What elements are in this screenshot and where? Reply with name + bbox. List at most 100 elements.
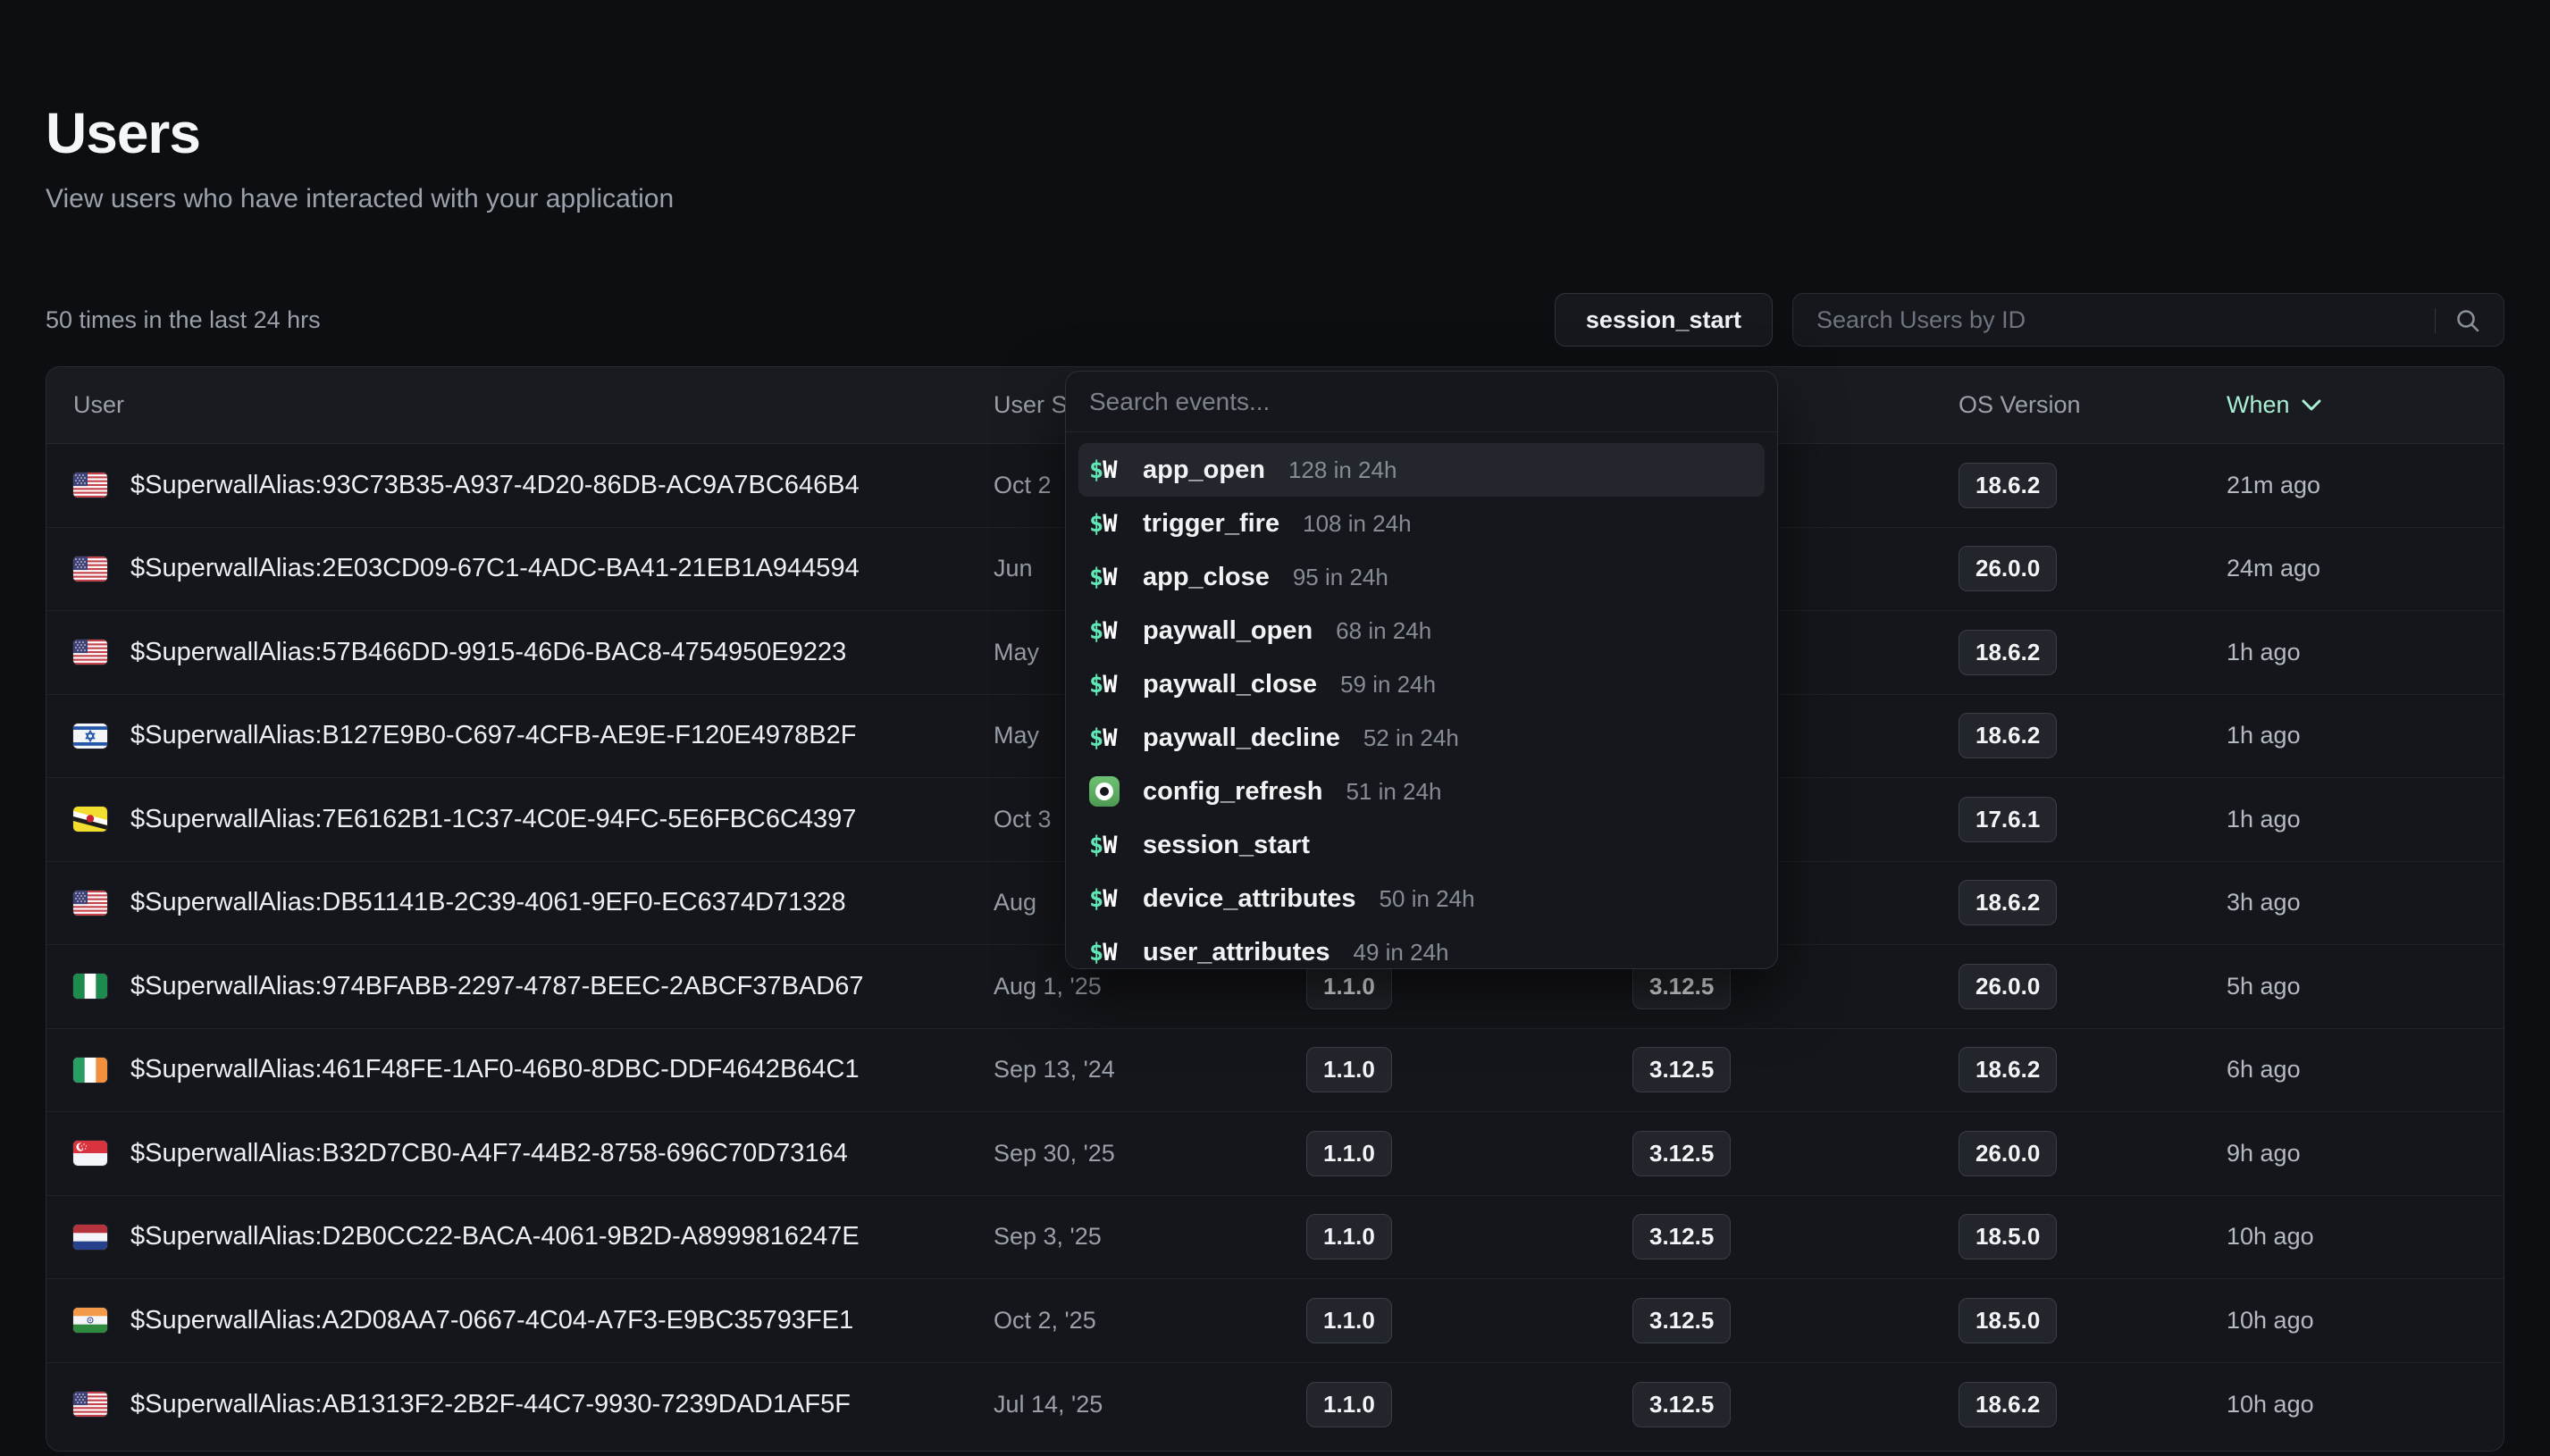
user-alias: $SuperwallAlias:B32D7CB0-A4F7-44B2-8758-… <box>130 1139 848 1168</box>
soccer-ball-glyph <box>1095 782 1113 800</box>
user-alias: $SuperwallAlias:57B466DD-9915-46D6-BAC8-… <box>130 638 846 667</box>
cell-os-version-badge: 18.6.2 <box>1959 1047 2227 1092</box>
user-alias: $SuperwallAlias:DB51141B-2C39-4061-9EF0-… <box>130 888 846 917</box>
user-cell: $SuperwallAlias:57B466DD-9915-46D6-BAC8-… <box>73 638 994 667</box>
superwall-dollar-glyph: $ <box>1089 456 1103 484</box>
user-search-input[interactable] <box>1793 294 2504 346</box>
cell-os-version-badge: 18.5.0 <box>1959 1298 2227 1343</box>
user-cell: $SuperwallAlias:A2D08AA7-0667-4C04-A7F3-… <box>73 1306 994 1335</box>
sdk-version-badge: 3.12.5 <box>1632 1382 1731 1427</box>
cell-os-version-badge: 18.5.0 <box>1959 1214 2227 1259</box>
superwall-event-icon: $W <box>1089 564 1132 591</box>
superwall-event-icon: $W <box>1089 510 1132 538</box>
cell-os-version-badge: 26.0.0 <box>1959 964 2227 1009</box>
superwall-dollar-glyph: $ <box>1089 510 1103 538</box>
toolbar: 50 times in the last 24 hrs session_star… <box>46 293 2504 347</box>
event-option[interactable]: $Wsession_start <box>1078 818 1765 872</box>
event-option[interactable]: $Wpaywall_close59 in 24h <box>1078 657 1765 711</box>
cell-app-version-badge: 1.1.0 <box>1306 964 1632 1009</box>
superwall-w-glyph: W <box>1103 832 1116 859</box>
event-option[interactable]: config_refresh 51 in 24h <box>1078 765 1765 818</box>
os-version-badge: 18.6.2 <box>1959 1382 2057 1427</box>
event-search-dropdown: $Wapp_open128 in 24h$Wtrigger_fire108 in… <box>1065 371 1778 969</box>
superwall-event-icon: $W <box>1089 724 1132 752</box>
cell-sdk-version-badge: 3.12.5 <box>1632 964 1959 1009</box>
table-row[interactable]: $SuperwallAlias:AB1313F2-2B2F-44C7-9930-… <box>46 1363 2504 1447</box>
user-cell: $SuperwallAlias:DB51141B-2C39-4061-9EF0-… <box>73 888 994 917</box>
os-version-badge: 17.6.1 <box>1959 797 2057 842</box>
event-name: config_refresh <box>1143 777 1322 807</box>
flag-il-icon <box>73 724 107 749</box>
when-cell: 3h ago <box>2227 889 2477 916</box>
os-version-badge: 18.6.2 <box>1959 880 2057 925</box>
user-cell: $SuperwallAlias:D2B0CC22-BACA-4061-9B2D-… <box>73 1222 994 1251</box>
app-version-badge: 1.1.0 <box>1306 1298 1392 1343</box>
user-alias: $SuperwallAlias:D2B0CC22-BACA-4061-9B2D-… <box>130 1222 860 1251</box>
event-count-label: 50 times in the last 24 hrs <box>46 306 321 334</box>
user-alias: $SuperwallAlias:AB1313F2-2B2F-44C7-9930-… <box>130 1390 851 1419</box>
os-version-badge: 26.0.0 <box>1959 964 2057 1009</box>
event-option[interactable]: $Wtrigger_fire108 in 24h <box>1078 497 1765 550</box>
when-cell: 9h ago <box>2227 1140 2477 1167</box>
superwall-w-glyph: W <box>1103 510 1116 538</box>
when-cell: 21m ago <box>2227 472 2477 499</box>
user-alias: $SuperwallAlias:B127E9B0-C697-4CFB-AE9E-… <box>130 721 856 750</box>
user-since-cell: Sep 30, '25 <box>994 1140 1306 1167</box>
cell-app-version-badge: 1.1.0 <box>1306 1047 1632 1092</box>
event-count: 59 in 24h <box>1340 671 1436 699</box>
event-option[interactable]: $Wapp_close95 in 24h <box>1078 550 1765 604</box>
superwall-event-icon: $W <box>1089 617 1132 645</box>
cell-os-version-badge: 18.6.2 <box>1959 713 2227 758</box>
header-os-version: OS Version <box>1959 391 2227 419</box>
superwall-w-glyph: W <box>1103 939 1116 966</box>
user-since-cell: Sep 3, '25 <box>994 1223 1306 1251</box>
table-row[interactable]: $SuperwallAlias:A2D08AA7-0667-4C04-A7F3-… <box>46 1279 2504 1363</box>
superwall-dollar-glyph: $ <box>1089 671 1103 699</box>
superwall-w-glyph: W <box>1103 564 1116 591</box>
when-cell: 10h ago <box>2227 1223 2477 1251</box>
user-since-cell: Sep 13, '24 <box>994 1056 1306 1084</box>
superwall-w-glyph: W <box>1103 885 1116 913</box>
os-version-badge: 18.6.2 <box>1959 713 2057 758</box>
cell-os-version-badge: 18.6.2 <box>1959 630 2227 675</box>
superwall-dollar-glyph: $ <box>1089 617 1103 645</box>
cell-app-version-badge: 1.1.0 <box>1306 1214 1632 1259</box>
header-when-label: When <box>2227 391 2290 419</box>
os-version-badge: 18.6.2 <box>1959 1047 2057 1092</box>
sdk-version-badge: 3.12.5 <box>1632 1131 1731 1176</box>
os-version-badge: 18.6.2 <box>1959 463 2057 508</box>
user-cell: $SuperwallAlias:AB1313F2-2B2F-44C7-9930-… <box>73 1390 994 1419</box>
user-cell: $SuperwallAlias:93C73B35-A937-4D20-86DB-… <box>73 471 994 500</box>
sdk-version-badge: 3.12.5 <box>1632 1214 1731 1259</box>
app-version-badge: 1.1.0 <box>1306 1131 1392 1176</box>
sdk-version-badge: 3.12.5 <box>1632 1298 1731 1343</box>
event-name: trigger_fire <box>1143 509 1279 539</box>
table-row[interactable]: $SuperwallAlias:B32D7CB0-A4F7-44B2-8758-… <box>46 1112 2504 1196</box>
event-option[interactable]: $Wpaywall_decline52 in 24h <box>1078 711 1765 765</box>
event-name: paywall_decline <box>1143 724 1340 753</box>
superwall-dollar-glyph: $ <box>1089 724 1103 752</box>
when-cell: 1h ago <box>2227 806 2477 833</box>
event-filter-button[interactable]: session_start <box>1555 293 1773 347</box>
event-option[interactable]: $Wdevice_attributes50 in 24h <box>1078 872 1765 925</box>
table-row[interactable]: $SuperwallAlias:461F48FE-1AF0-46B0-8DBC-… <box>46 1029 2504 1113</box>
superwall-w-glyph: W <box>1103 724 1116 752</box>
event-option[interactable]: $Wapp_open128 in 24h <box>1078 443 1765 497</box>
cell-sdk-version-badge: 3.12.5 <box>1632 1214 1959 1259</box>
user-alias: $SuperwallAlias:461F48FE-1AF0-46B0-8DBC-… <box>130 1055 860 1084</box>
flag-bn-icon <box>73 807 107 832</box>
flag-nl-icon <box>73 1225 107 1250</box>
users-page: Users View users who have interacted wit… <box>0 0 2550 1456</box>
cell-sdk-version-badge: 3.12.5 <box>1632 1382 1959 1427</box>
event-option[interactable]: $Wuser_attributes49 in 24h <box>1078 925 1765 969</box>
event-option[interactable]: $Wpaywall_open68 in 24h <box>1078 604 1765 657</box>
table-row[interactable]: $SuperwallAlias:D2B0CC22-BACA-4061-9B2D-… <box>46 1196 2504 1280</box>
header-when-sort[interactable]: When <box>2227 391 2477 419</box>
os-version-badge: 26.0.0 <box>1959 546 2057 591</box>
search-icon[interactable] <box>2454 306 2482 335</box>
cell-app-version-badge: 1.1.0 <box>1306 1131 1632 1176</box>
event-count: 51 in 24h <box>1346 778 1441 806</box>
event-search-input[interactable] <box>1066 372 1777 431</box>
cell-sdk-version-badge: 3.12.5 <box>1632 1047 1959 1092</box>
flag-us-icon <box>73 473 107 498</box>
